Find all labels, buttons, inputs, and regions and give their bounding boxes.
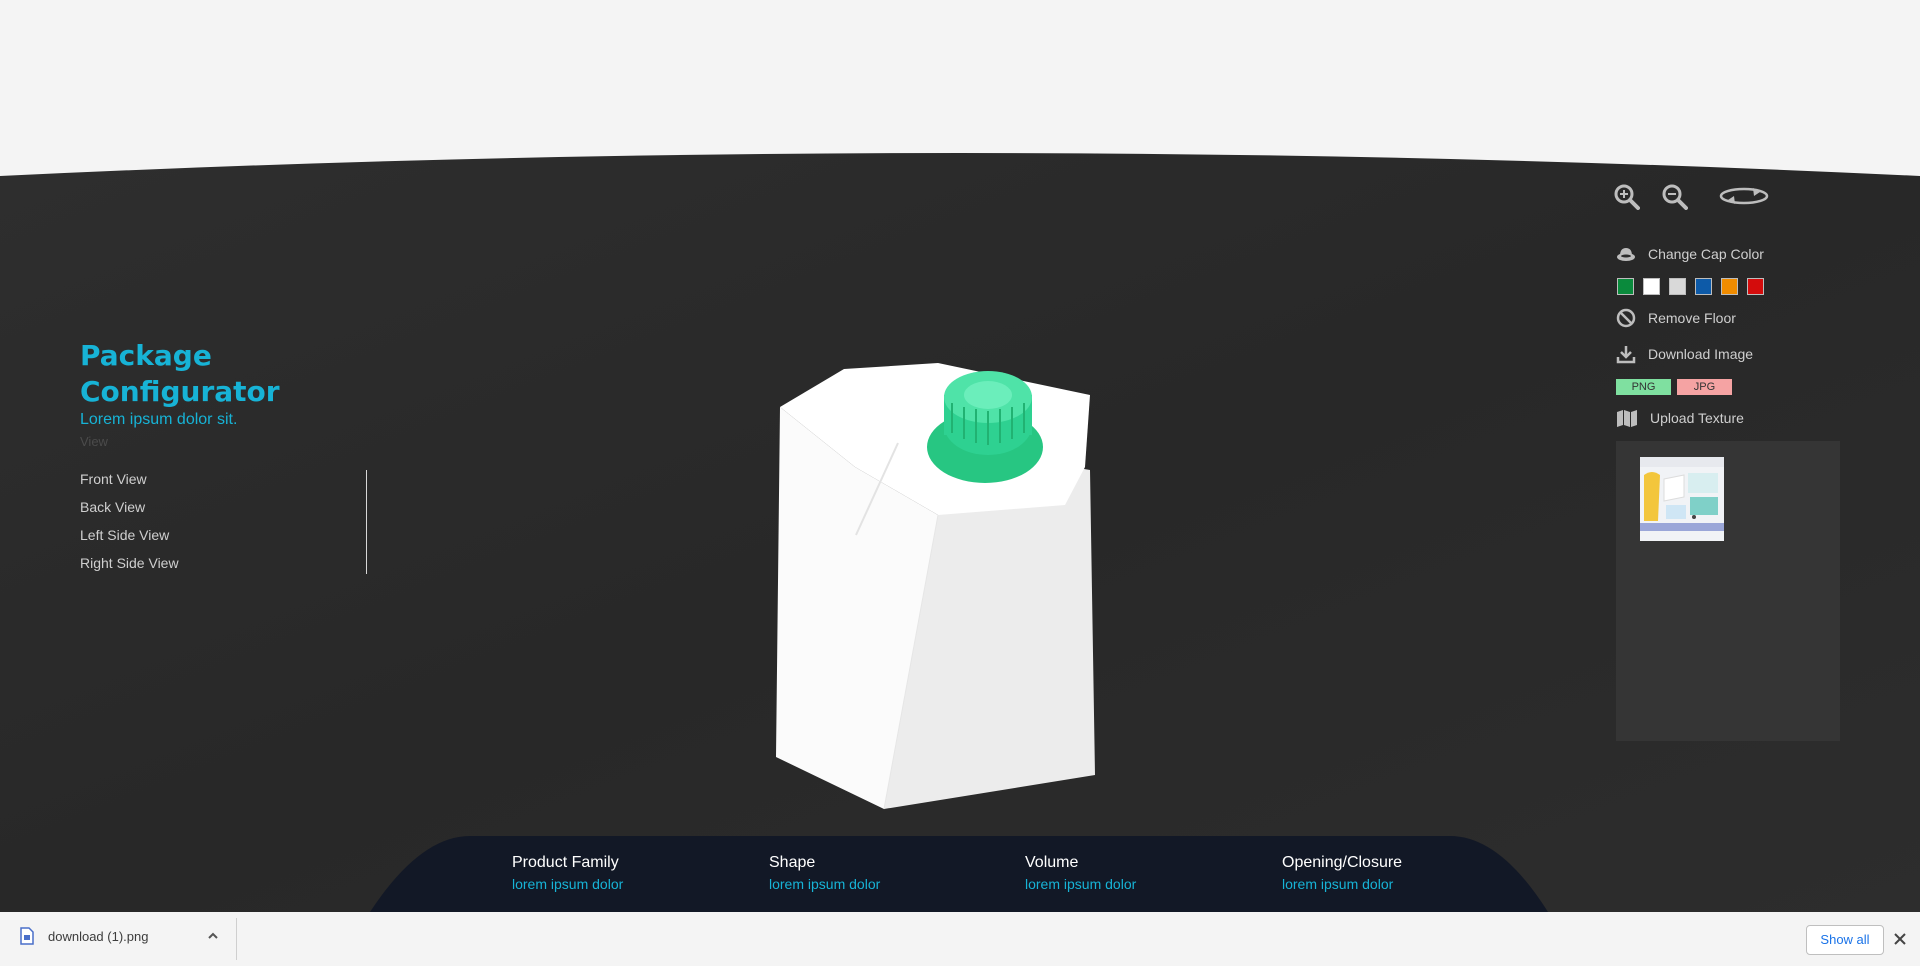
texture-panel bbox=[1616, 441, 1840, 741]
info-shape: Shape lorem ipsum dolor bbox=[769, 854, 880, 892]
chevron-up-icon[interactable] bbox=[207, 931, 219, 941]
view-list: Front View Back View Left Side View Righ… bbox=[80, 468, 179, 580]
download-icon bbox=[1616, 346, 1636, 364]
jpg-button[interactable]: JPG bbox=[1677, 379, 1732, 395]
info-product-family: Product Family lorem ipsum dolor bbox=[512, 854, 623, 892]
swatch-orange[interactable] bbox=[1721, 278, 1738, 295]
info-opening-closure-value: lorem ipsum dolor bbox=[1282, 876, 1394, 892]
change-cap-color-option[interactable]: Change Cap Color bbox=[1616, 244, 1764, 264]
info-product-family-label: Product Family bbox=[512, 854, 619, 871]
download-file-name: download (1).png bbox=[48, 928, 149, 944]
swatch-green[interactable] bbox=[1617, 278, 1634, 295]
cap-icon bbox=[1617, 248, 1635, 261]
map-icon bbox=[1617, 410, 1637, 427]
info-product-family-value: lorem ipsum dolor bbox=[512, 876, 624, 892]
swatch-red[interactable] bbox=[1747, 278, 1764, 295]
upload-texture-option[interactable]: Upload Texture bbox=[1616, 408, 1744, 428]
download-image-option[interactable]: Download Image bbox=[1616, 344, 1753, 364]
ban-icon bbox=[1616, 308, 1636, 328]
upload-texture-label: Upload Texture bbox=[1650, 410, 1744, 426]
configurator-stage: Package Configurator Lorem ipsum dolor s… bbox=[0, 0, 1920, 912]
page-subtitle: Lorem ipsum dolor sit. bbox=[80, 411, 238, 428]
view-divider bbox=[366, 470, 367, 574]
view-item-back[interactable]: Back View bbox=[80, 496, 179, 524]
swatch-blue[interactable] bbox=[1695, 278, 1712, 295]
download-bar-separator bbox=[236, 918, 237, 960]
cap-color-swatches bbox=[1617, 278, 1764, 295]
product-3d-model[interactable] bbox=[760, 355, 1100, 815]
view-item-left-side[interactable]: Left Side View bbox=[80, 524, 179, 552]
texture-image bbox=[1640, 457, 1724, 541]
download-image-label: Download Image bbox=[1648, 346, 1754, 362]
remove-floor-label: Remove Floor bbox=[1648, 310, 1736, 326]
texture-thumbnail[interactable] bbox=[1640, 457, 1724, 541]
download-format-buttons: PNG JPG bbox=[1616, 379, 1732, 395]
swatch-light-gray[interactable] bbox=[1669, 278, 1686, 295]
info-volume-value: lorem ipsum dolor bbox=[1025, 876, 1137, 892]
info-volume: Volume lorem ipsum dolor bbox=[1025, 854, 1136, 892]
page-title: Package Configurator bbox=[80, 339, 280, 408]
change-cap-color-label: Change Cap Color bbox=[1648, 246, 1764, 262]
view-item-right-side[interactable]: Right Side View bbox=[80, 552, 179, 580]
info-opening-closure: Opening/Closure lorem ipsum dolor bbox=[1282, 854, 1402, 892]
show-all-button[interactable]: Show all bbox=[1806, 925, 1884, 955]
png-button[interactable]: PNG bbox=[1616, 379, 1671, 395]
info-shape-label: Shape bbox=[769, 854, 816, 871]
file-image-icon bbox=[20, 927, 34, 945]
download-item[interactable]: download (1).png bbox=[20, 927, 198, 945]
zoom-out-icon[interactable] bbox=[1662, 184, 1688, 210]
rotate-icon[interactable] bbox=[1718, 186, 1770, 206]
info-opening-closure-label: Opening/Closure bbox=[1282, 854, 1403, 871]
info-shape-value: lorem ipsum dolor bbox=[769, 876, 881, 892]
swatch-white[interactable] bbox=[1643, 278, 1660, 295]
view-caption: View bbox=[80, 434, 108, 449]
remove-floor-option[interactable]: Remove Floor bbox=[1616, 308, 1736, 328]
view-item-front[interactable]: Front View bbox=[80, 468, 179, 496]
info-volume-label: Volume bbox=[1025, 854, 1079, 871]
download-bar: download (1).png Show all bbox=[0, 912, 1920, 966]
close-icon[interactable] bbox=[1893, 932, 1907, 946]
zoom-in-icon[interactable] bbox=[1614, 184, 1640, 210]
